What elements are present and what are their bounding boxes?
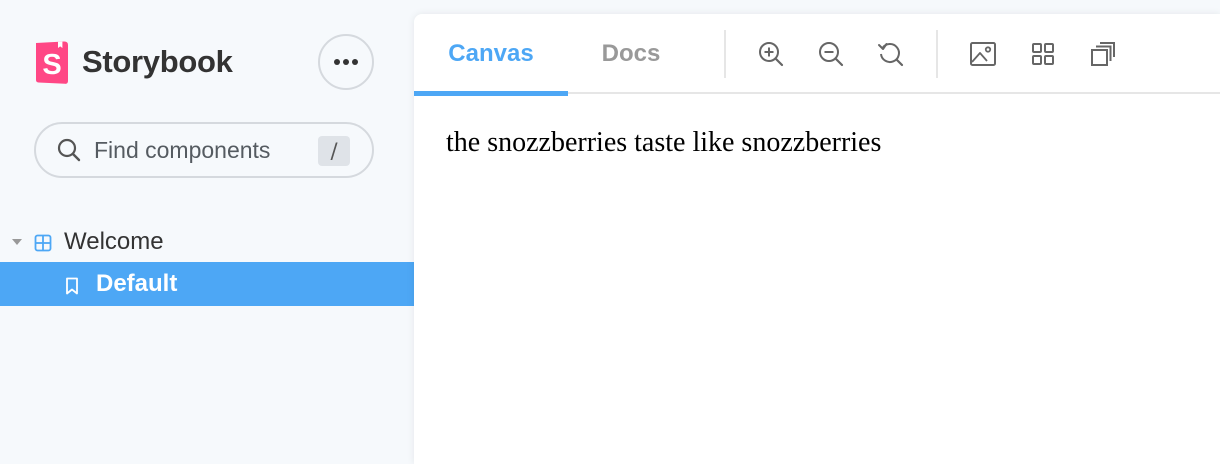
background-icon	[970, 42, 996, 66]
sidebar-menu-button[interactable]	[318, 34, 374, 90]
tab-canvas[interactable]: Canvas	[414, 14, 568, 96]
zoom-in-button[interactable]	[755, 38, 787, 70]
grid-button[interactable]	[1027, 38, 1059, 70]
brand-name: Storybook	[82, 44, 233, 79]
logo-letter: S	[42, 49, 61, 81]
outline-button[interactable]	[1087, 38, 1119, 70]
bookmark-icon	[66, 277, 78, 295]
outline-icon	[1091, 42, 1115, 66]
ellipsis-icon	[334, 59, 358, 65]
component-icon	[34, 234, 52, 252]
search-box[interactable]: /	[34, 122, 374, 178]
toolbar-divider	[936, 30, 938, 78]
zoom-out-button[interactable]	[815, 38, 847, 70]
zoom-reset-icon	[878, 43, 904, 67]
search-icon	[57, 138, 81, 162]
background-button[interactable]	[967, 38, 999, 70]
expand-arrow-icon	[12, 239, 22, 245]
zoom-out-icon	[819, 42, 844, 67]
search-shortcut-key: /	[318, 136, 350, 166]
sidebar: S Storybook / Welcome Defa	[0, 0, 414, 464]
preview-panel: Canvas Docs the snozzberries taste like …	[414, 14, 1220, 464]
tree-item-label: Welcome	[64, 228, 164, 255]
toolbar: Canvas Docs	[414, 14, 1220, 96]
zoom-in-icon	[759, 42, 784, 67]
toolbar-divider	[724, 30, 726, 78]
search-input[interactable]	[94, 136, 304, 164]
tab-docs[interactable]: Docs	[568, 14, 694, 94]
tree-story-label: Default	[96, 270, 178, 297]
tree-item-welcome[interactable]: Welcome	[0, 222, 414, 262]
storybook-logo: S	[36, 41, 68, 84]
grid-icon	[1032, 43, 1054, 65]
tree-item-default-story[interactable]: Default	[0, 262, 414, 306]
preview-content: the snozzberries taste like snozzberries	[446, 127, 882, 158]
brand[interactable]: S Storybook	[34, 39, 233, 85]
zoom-reset-button[interactable]	[875, 38, 907, 70]
